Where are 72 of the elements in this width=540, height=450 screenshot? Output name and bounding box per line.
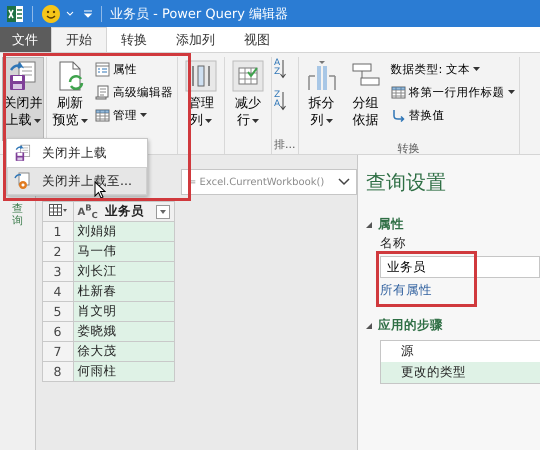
caret-icon: [80, 118, 88, 124]
table-cell: 刘长江: [73, 262, 175, 282]
table-cell: 肖文明: [73, 302, 175, 322]
caret-icon[interactable]: [66, 10, 74, 16]
table-cell: 何雨柱: [73, 362, 175, 382]
ribbon-button[interactable]: 管理: [93, 105, 175, 126]
table-cell: 马一伟: [73, 242, 175, 262]
ribbon-button[interactable]: 数据类型: 文本: [388, 59, 516, 80]
table-menu-cell[interactable]: [42, 202, 74, 222]
window-title: 业务员 - Power Query 编辑器: [110, 6, 288, 22]
customize-icon[interactable]: [83, 8, 93, 18]
sort-button[interactable]: A Z: [274, 57, 296, 83]
table-cell: 杜新春: [73, 282, 175, 302]
queries-pane-label[interactable]: 查询: [12, 203, 23, 228]
sort-button[interactable]: Z A: [274, 89, 296, 115]
step-item[interactable]: 更改的类型: [381, 362, 540, 383]
smiley-icon[interactable]: [41, 4, 61, 24]
split-column-icon: [306, 60, 338, 92]
caret-icon: [140, 113, 147, 118]
row-number: 5: [42, 302, 74, 322]
arrow-icon: [280, 59, 286, 79]
rows-icon: [232, 60, 264, 92]
caret-icon: [205, 118, 212, 124]
ribbon-button[interactable]: 拆分 列: [300, 57, 342, 141]
caret-icon: [326, 118, 332, 124]
step-item[interactable]: 源: [381, 341, 540, 362]
pane-title: 查询设置: [366, 169, 446, 196]
filter-icon[interactable]: [156, 204, 170, 218]
ribbon-button[interactable]: 高级编辑器: [93, 82, 175, 103]
chevron-icon[interactable]: [338, 178, 350, 186]
ribbon-button[interactable]: 替换值: [388, 105, 516, 126]
column-header[interactable]: A$^{B}$$_{C}$ 业务员: [73, 202, 175, 222]
row-number: 8: [42, 362, 74, 382]
caret-icon: [34, 118, 40, 124]
row-number: 4: [42, 282, 74, 302]
floppy-disk-icon: [14, 144, 32, 162]
arrow-icon: [280, 91, 286, 111]
ribbon-button[interactable]: 减少 行: [227, 57, 269, 141]
table-icon: [95, 108, 110, 123]
row-number: 6: [42, 322, 74, 342]
table-icon: [390, 85, 406, 100]
row-number: 2: [42, 242, 74, 262]
ribbon-tab[interactable]: 开始: [51, 27, 107, 52]
row-number: 7: [42, 342, 74, 362]
name-field[interactable]: 业务员: [380, 256, 540, 278]
field-label: 名称: [380, 235, 406, 252]
section-heading: 应用的步骤: [378, 317, 443, 334]
collapse-icon[interactable]: [366, 222, 372, 228]
document-icon: [95, 85, 110, 100]
group-label: 排...: [274, 137, 296, 153]
ribbon-button[interactable]: 属性: [93, 59, 175, 80]
replace-icon: [390, 108, 406, 123]
collapse-icon[interactable]: [366, 322, 372, 328]
menu-item[interactable]: 关闭并上载: [7, 139, 147, 167]
all-properties-link[interactable]: 所有属性: [380, 282, 432, 299]
columns-icon: [185, 60, 217, 92]
ribbon-button[interactable]: 将第一行用作标题: [388, 82, 516, 103]
section-heading: 属性: [378, 216, 404, 233]
table-cell: 刘娟娟: [73, 222, 175, 242]
properties-icon: [95, 62, 110, 77]
caret-icon: [508, 90, 514, 95]
table-cell: 娄晓娥: [73, 322, 175, 342]
row-number: 3: [42, 262, 74, 282]
ribbon-button[interactable]: 分组 依据: [344, 57, 386, 141]
file-tab[interactable]: 文件: [0, 27, 51, 52]
group-label: 转换: [396, 141, 420, 157]
caret-icon: [252, 118, 259, 124]
table-icon: [48, 204, 67, 216]
table-cell: 徐大茂: [73, 342, 175, 362]
row-number: 1: [42, 222, 74, 242]
caret-icon: [473, 67, 480, 72]
app-icon[interactable]: [6, 4, 24, 22]
